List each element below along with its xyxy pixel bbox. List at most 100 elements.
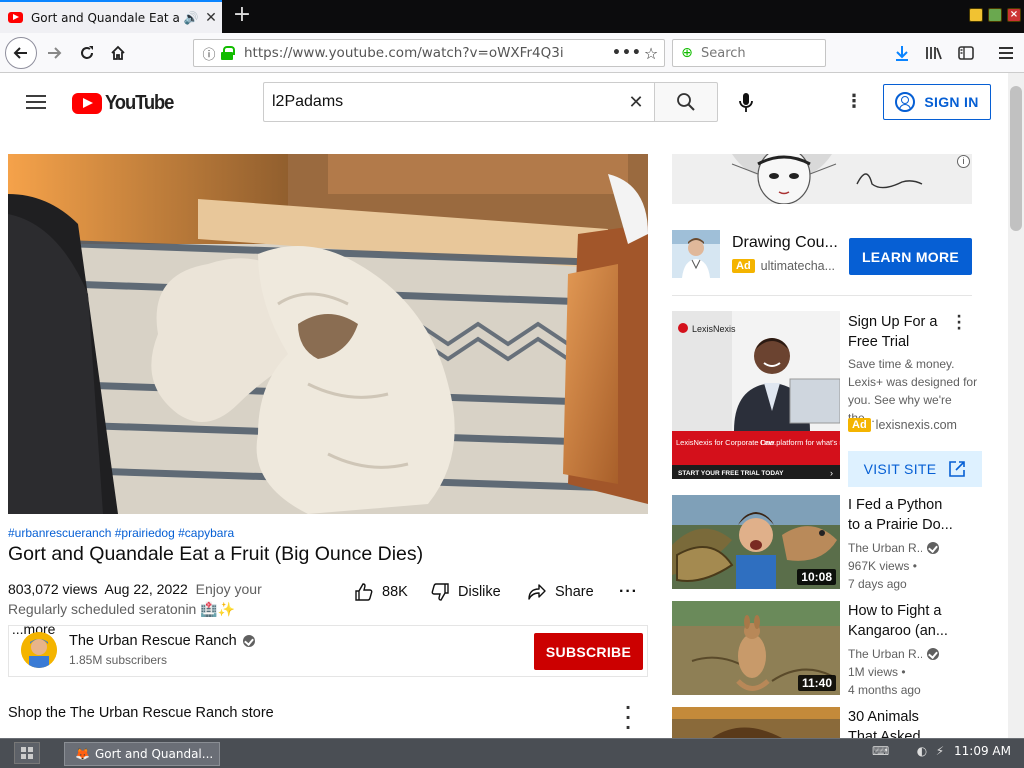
more-actions-button[interactable]: ··· [619, 580, 638, 604]
search-query-text[interactable]: l2Padams [272, 93, 617, 111]
recommended-video-views: 1M views • [848, 665, 906, 679]
ad-image-tag2: One platform for what's next. [760, 438, 840, 447]
settings-kebab-icon[interactable]: ⋮ [842, 89, 866, 117]
channel-name-text[interactable]: The Urban Rescue Ranch [69, 633, 237, 649]
downloads-icon[interactable] [888, 39, 916, 67]
keyboard-tray-icon[interactable]: ⌨ [872, 744, 889, 760]
tab-title: Gort and Quandale Eat a Fruit (Big Ounce… [31, 10, 182, 25]
rec-title-line1[interactable]: I Fed a Python [848, 495, 966, 515]
browser-tab[interactable]: Gort and Quandale Eat a Fruit (Big Ounce… [0, 0, 222, 33]
volume-tray-icon[interactable]: ◐ [914, 744, 930, 760]
like-button[interactable]: 88K [354, 580, 408, 604]
rec-title-line2[interactable]: to a Prairie Do... [848, 515, 966, 535]
hamburger-menu-icon[interactable] [992, 39, 1020, 67]
rec-title-line1[interactable]: 30 Animals [848, 707, 966, 727]
visit-site-button[interactable]: VISIT SITE [848, 451, 982, 487]
video-title: Gort and Quandale Eat a Fruit (Big Ounce… [8, 543, 424, 565]
forward-button[interactable] [39, 38, 69, 68]
channel-name[interactable]: The Urban Rescue Ranch [69, 633, 255, 649]
recommended-video-channel[interactable]: The Urban R... [848, 541, 939, 555]
youtube-favicon-icon [8, 12, 23, 23]
verified-check-icon [927, 648, 939, 660]
taskbar-window-title: Gort and Quandal... [94, 747, 214, 761]
search-icon [677, 93, 695, 111]
taskbar-clock: 11:09 AM [954, 744, 1011, 758]
window-minimize-button[interactable] [969, 8, 983, 22]
address-bar[interactable]: ⓘ https://www.youtube.com/watch?v=oWXFr4… [193, 39, 665, 67]
clear-search-icon[interactable]: ✕ [617, 92, 655, 113]
view-count: 803,072 views [8, 581, 98, 597]
firefox-icon: 🦊 [75, 747, 90, 761]
rec-title-line2[interactable]: That Asked... [848, 727, 966, 738]
sidebar-toggle-icon[interactable] [952, 39, 980, 67]
back-button[interactable] [5, 37, 37, 69]
video-hashtags[interactable]: #urbanrescueranch #prairiedog #capybara [8, 526, 234, 540]
subscribe-button[interactable]: SUBSCRIBE [534, 633, 643, 670]
recommended-video-title[interactable]: 30 Animals That Asked... [848, 707, 966, 738]
reload-icon [81, 46, 93, 59]
ad2-title[interactable]: Sign Up For a Free Trial [848, 312, 966, 352]
verified-check-icon [927, 542, 939, 554]
url-text[interactable]: https://www.youtube.com/watch?v=oWXFr4Q3… [244, 45, 612, 61]
display-ad-banner[interactable] [672, 154, 972, 204]
start-menu-button[interactable] [14, 742, 40, 764]
rec-channel-name[interactable]: The Urban R... [848, 541, 922, 555]
ad2-badge: Ad [848, 418, 871, 432]
description-emoji: 🏥✨ [200, 601, 236, 617]
thumbs-up-icon [355, 583, 373, 601]
grid-icon [21, 747, 33, 759]
reload-button[interactable] [72, 38, 102, 68]
speaker-icon[interactable]: 🔊 [182, 11, 200, 25]
browser-search-field[interactable]: ⊕ Search [672, 39, 826, 67]
sign-in-label: SIGN IN [924, 94, 979, 110]
share-button[interactable]: Share [527, 580, 594, 604]
ad2-kebab-icon[interactable]: · · · [953, 310, 965, 336]
video-player[interactable] [8, 154, 648, 514]
lexisnexis-ad-image[interactable]: LexisNexis LexisNexis for Corporate Law.… [672, 311, 840, 479]
recommended-video-channel[interactable]: The Urban R... [848, 647, 939, 661]
visit-site-label: VISIT SITE [863, 461, 937, 477]
recommended-video-thumbnail[interactable] [672, 707, 840, 738]
shop-kebab-icon[interactable]: · · · [620, 700, 636, 736]
recommended-video-title[interactable]: I Fed a Python to a Prairie Do... [848, 495, 966, 535]
sign-in-button[interactable]: SIGN IN [883, 84, 991, 120]
ad-info-icon[interactable]: i [957, 155, 970, 168]
recommended-video-thumbnail[interactable]: 11:40 [672, 601, 840, 695]
guide-menu-icon[interactable] [24, 90, 48, 114]
subscriber-count: 1.85M subscribers [69, 653, 168, 667]
taskbar-window-item[interactable]: 🦊 Gort and Quandal... [64, 742, 220, 766]
learn-more-button[interactable]: LEARN MORE [849, 238, 972, 275]
rec-channel-name[interactable]: The Urban R... [848, 647, 922, 661]
new-tab-button[interactable]: + [230, 4, 254, 28]
channel-avatar[interactable] [21, 632, 57, 668]
thumbs-down-icon [431, 583, 449, 601]
site-info-icon[interactable]: ⓘ [198, 44, 220, 63]
youtube-logo[interactable]: YouTube [72, 92, 179, 114]
page-actions-icon[interactable]: ••• [612, 45, 641, 61]
window-maximize-button[interactable] [988, 8, 1002, 22]
forward-arrow-icon [48, 47, 62, 59]
recommended-video-title[interactable]: How to Fight a Kangaroo (an... [848, 601, 966, 641]
ad-title[interactable]: Drawing Cou... [732, 234, 838, 252]
page-scrollbar-thumb[interactable] [1010, 86, 1022, 231]
youtube-search-input[interactable]: l2Padams ✕ [263, 82, 655, 122]
network-tray-icon[interactable]: ⚡ [932, 744, 948, 760]
recommended-video-thumbnail[interactable]: 10:08 [672, 495, 840, 589]
verified-check-icon [242, 635, 255, 647]
youtube-search-button[interactable] [654, 82, 718, 122]
voice-search-button[interactable] [732, 89, 760, 117]
ad-advertiser-image[interactable] [672, 230, 720, 278]
dislike-button[interactable]: Dislike [430, 580, 501, 604]
rec-title-line1[interactable]: How to Fight a [848, 601, 966, 621]
ad-banner-image [672, 154, 972, 204]
library-icon[interactable] [920, 39, 948, 67]
lock-icon[interactable] [220, 46, 236, 60]
home-button[interactable] [103, 38, 133, 68]
ad2-domain: lexisnexis.com [875, 418, 957, 432]
bookmark-star-icon[interactable]: ☆ [638, 44, 664, 63]
microphone-icon [739, 93, 753, 112]
rec-title-line2[interactable]: Kangaroo (an... [848, 621, 966, 641]
tab-close-icon[interactable]: ✕ [200, 10, 222, 26]
recommended-video-age: 4 months ago [848, 683, 921, 697]
window-close-button[interactable]: × [1007, 8, 1021, 22]
